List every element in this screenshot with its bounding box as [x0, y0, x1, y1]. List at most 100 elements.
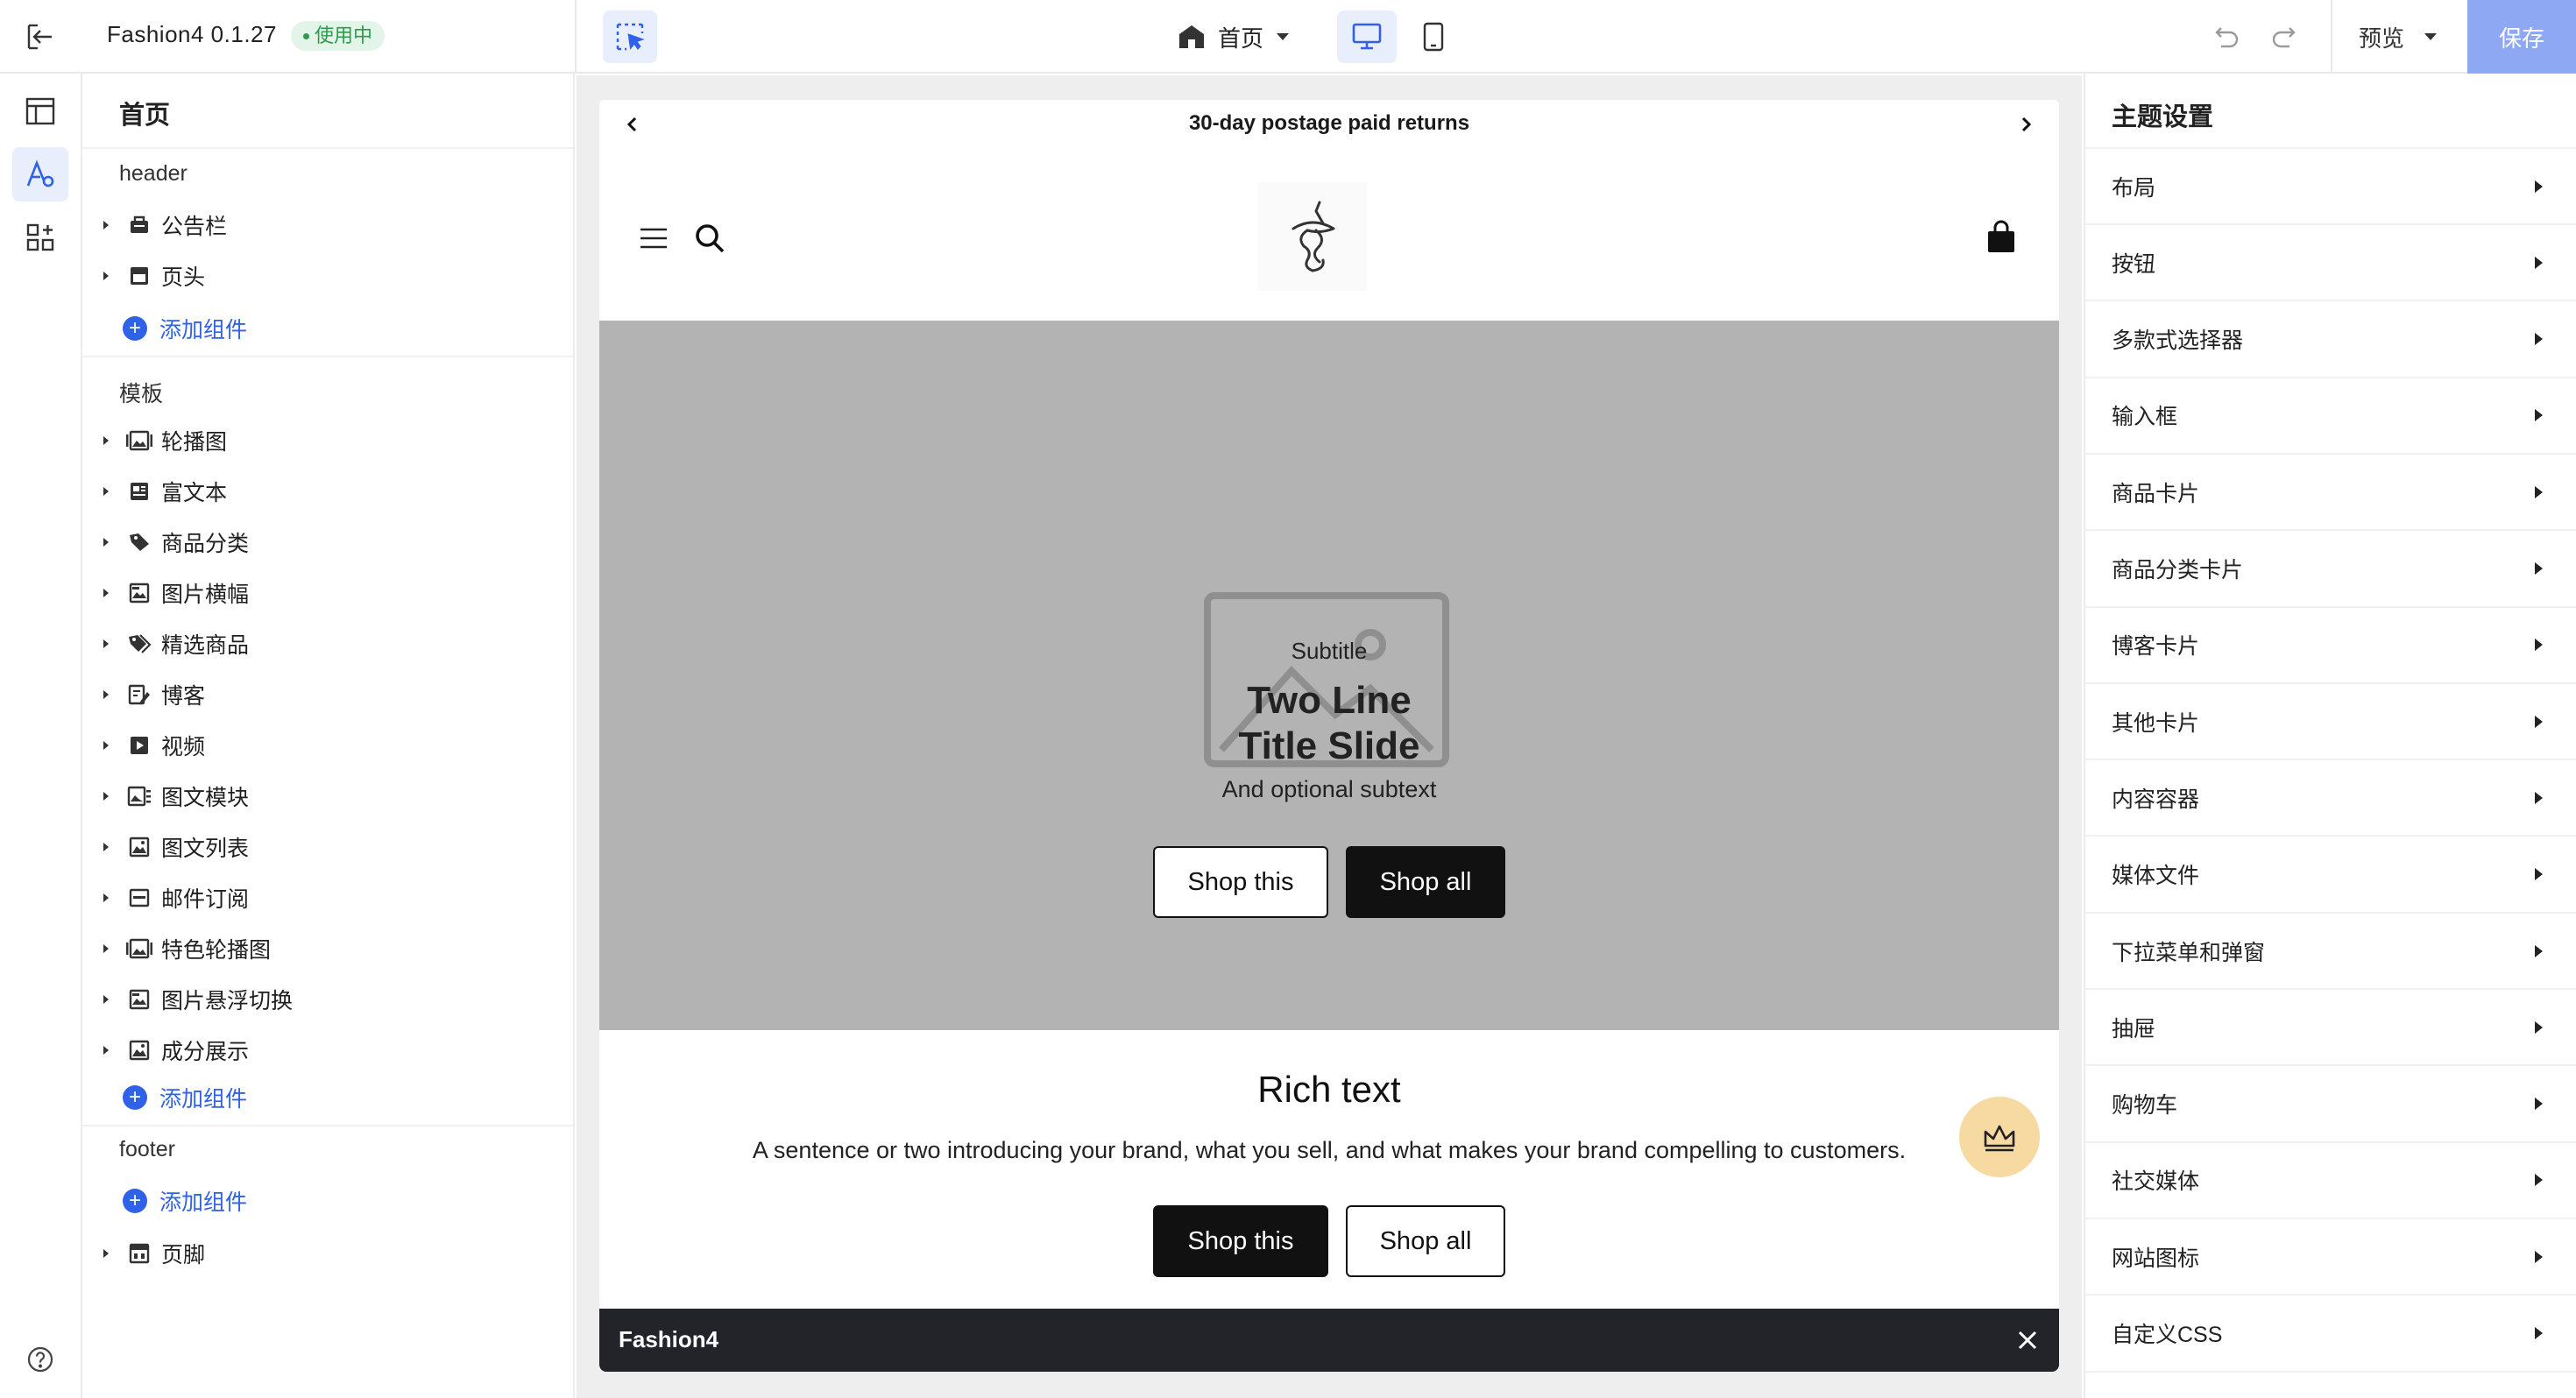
hero-shop-all-button[interactable]: Shop all — [1346, 846, 1505, 918]
preview-dropdown[interactable]: 预览 — [2359, 16, 2438, 58]
rich-text-section[interactable]: Rich text A sentence or two introducing … — [599, 1030, 2059, 1293]
help-button[interactable] — [23, 1342, 58, 1377]
caret-right-icon[interactable] — [93, 220, 119, 230]
rich-shop-all-button[interactable]: Shop all — [1346, 1205, 1505, 1277]
mobile-view-button[interactable] — [1405, 11, 1461, 63]
store-logo[interactable] — [1258, 182, 1367, 291]
tree-item-featured-products[interactable]: 精选商品 — [93, 622, 566, 666]
caret-right-icon — [2535, 1327, 2543, 1339]
tree-item-footer[interactable]: 页脚 — [93, 1232, 566, 1275]
setting-row-drawers[interactable]: 抽屉 — [2085, 990, 2576, 1067]
layout-nav-button[interactable] — [12, 84, 68, 138]
announcement-prev-button[interactable] — [620, 112, 645, 137]
setting-row-other-card[interactable]: 其他卡片 — [2085, 684, 2576, 761]
caret-right-icon[interactable] — [93, 943, 119, 954]
caret-right-icon — [2535, 639, 2543, 652]
caret-right-icon[interactable] — [93, 1248, 119, 1259]
add-component-header-button[interactable]: + 添加组件 — [123, 307, 247, 350]
caret-right-icon — [2535, 1098, 2543, 1111]
setting-row-media[interactable]: 媒体文件 — [2085, 837, 2576, 914]
setting-row-cart[interactable]: 购物车 — [2085, 1067, 2576, 1143]
tree-item-image-banner[interactable]: 图片横幅 — [93, 571, 566, 615]
caret-right-icon[interactable] — [93, 271, 119, 281]
setting-row-collection-card[interactable]: 商品分类卡片 — [2085, 532, 2576, 608]
tree-item-announcement[interactable]: 公告栏 — [93, 203, 566, 247]
tree-item-image-with-text[interactable]: 图文模块 — [93, 774, 566, 818]
add-component-template-button[interactable]: + 添加组件 — [123, 1076, 247, 1119]
add-component-label: 添加组件 — [159, 1087, 248, 1112]
tree-item-label: 商品分类 — [161, 532, 250, 556]
rich-shop-this-button[interactable]: Shop this — [1153, 1205, 1328, 1277]
blog-edit-icon — [126, 681, 152, 708]
desktop-view-button[interactable] — [1337, 11, 1397, 63]
collection-tag-icon — [126, 529, 152, 555]
tree-item-image-text-list[interactable]: 图文列表 — [93, 825, 566, 869]
tree-item-featured-slideshow[interactable]: 特色轮播图 — [93, 927, 566, 971]
caret-right-icon[interactable] — [93, 639, 119, 649]
setting-row-label: 布局 — [2112, 175, 2156, 201]
announcement-bar[interactable]: 30-day postage paid returns — [599, 100, 2059, 147]
setting-row-dropdowns-popups[interactable]: 下拉菜单和弹窗 — [2085, 914, 2576, 990]
tree-item-ingredients[interactable]: 成分展示 — [93, 1028, 566, 1072]
setting-row-content-container[interactable]: 内容容器 — [2085, 760, 2576, 837]
caret-right-icon — [2535, 791, 2543, 804]
setting-row-buttons[interactable]: 按钮 — [2085, 225, 2576, 302]
caret-right-icon[interactable] — [93, 537, 119, 547]
caret-right-icon[interactable] — [93, 994, 119, 1005]
tree-item-newsletter[interactable]: 邮件订阅 — [93, 876, 566, 920]
tree-item-blog[interactable]: 博客 — [93, 673, 566, 717]
tree-item-label: 精选商品 — [161, 633, 250, 658]
tree-item-video[interactable]: 视频 — [93, 724, 566, 767]
caret-right-icon — [2535, 715, 2543, 728]
caret-right-icon[interactable] — [93, 1045, 119, 1056]
close-button[interactable] — [2012, 1324, 2043, 1356]
select-tool-button[interactable] — [603, 11, 657, 63]
announcement-next-button[interactable] — [2013, 112, 2038, 137]
status-badge: 使用中 — [291, 21, 386, 51]
tree-item-collection[interactable]: 商品分类 — [93, 520, 566, 564]
tree-item-header[interactable]: 页头 — [93, 254, 566, 298]
page-selector[interactable]: 首页 — [1178, 16, 1290, 58]
cart-bag-icon[interactable] — [1985, 219, 2017, 254]
tree-item-label: 富文本 — [161, 481, 228, 505]
tree-item-image-hover[interactable]: 图片悬浮切换 — [93, 978, 566, 1021]
search-icon[interactable] — [692, 221, 727, 256]
caret-right-icon[interactable] — [93, 486, 119, 497]
undo-button[interactable] — [2208, 19, 2247, 54]
caret-right-icon[interactable] — [93, 689, 119, 700]
setting-row-inputs[interactable]: 输入框 — [2085, 378, 2576, 455]
caret-right-icon[interactable] — [93, 740, 119, 751]
caret-right-icon[interactable] — [93, 893, 119, 903]
exit-icon — [27, 24, 52, 50]
setting-row-product-card[interactable]: 商品卡片 — [2085, 455, 2576, 532]
theme-nav-button[interactable] — [12, 147, 68, 201]
hero-shop-this-button[interactable]: Shop this — [1153, 846, 1328, 918]
setting-row-layout[interactable]: 布局 — [2085, 149, 2576, 225]
setting-row-label: 其他卡片 — [2112, 710, 2200, 736]
setting-row-social-media[interactable]: 社交媒体 — [2085, 1143, 2576, 1219]
rich-text-icon — [126, 478, 152, 505]
tree-item-rich-text[interactable]: 富文本 — [93, 470, 566, 513]
tree-item-slideshow[interactable]: 轮播图 — [93, 419, 566, 462]
setting-row-blog-card[interactable]: 博客卡片 — [2085, 608, 2576, 684]
group-label-template: 模板 — [119, 382, 164, 406]
redo-button[interactable] — [2264, 19, 2303, 54]
add-component-footer-button[interactable]: + 添加组件 — [123, 1179, 247, 1223]
save-button[interactable]: 保存 — [2467, 0, 2576, 74]
tree-item-label: 页脚 — [161, 1243, 206, 1267]
tree-item-label: 特色轮播图 — [161, 938, 272, 963]
exit-button[interactable] — [23, 19, 58, 54]
caret-right-icon[interactable] — [93, 435, 119, 446]
setting-row-favicon[interactable]: 网站图标 — [2085, 1219, 2576, 1296]
caret-right-icon[interactable] — [93, 842, 119, 852]
setting-row-custom-css[interactable]: 自定义CSS — [2085, 1296, 2576, 1373]
caret-right-icon[interactable] — [93, 588, 119, 598]
announcement-text: 30-day postage paid returns — [1188, 111, 1470, 135]
setting-row-label: 商品分类卡片 — [2112, 558, 2244, 582]
hamburger-menu-icon[interactable] — [638, 222, 669, 254]
crown-floating-button[interactable] — [1959, 1097, 2040, 1177]
hero-slideshow[interactable]: Subtitle Two Line Title Slide And option… — [599, 321, 2059, 1030]
caret-right-icon[interactable] — [93, 791, 119, 801]
setting-row-variant-picker[interactable]: 多款式选择器 — [2085, 302, 2576, 378]
apps-nav-button[interactable] — [12, 210, 68, 265]
